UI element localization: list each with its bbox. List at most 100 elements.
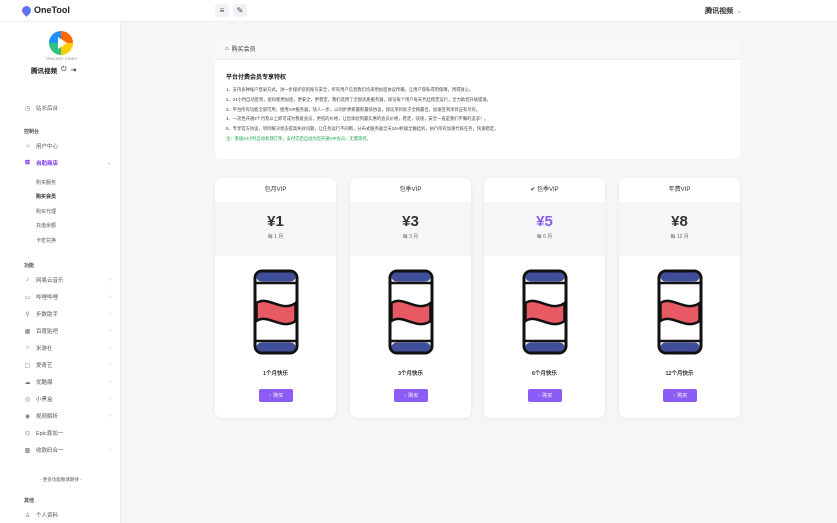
buy-label: 购买 <box>677 393 688 399</box>
sidebar-item-label: 用户中心 <box>36 144 59 150</box>
section-features: 功能 <box>24 263 35 269</box>
chevron-right-icon: › <box>109 328 111 334</box>
chevron-right-icon: › <box>109 362 111 368</box>
buy-button[interactable]: ↑ 购买 <box>663 389 697 402</box>
qrcode-icon: ▩ <box>24 447 31 454</box>
gamepad-icon: ◎ <box>24 396 31 403</box>
sidebar-item-label: 优酷爆 <box>36 380 53 386</box>
brand-name: OneTool <box>34 5 70 15</box>
sidebar-item-label: 小黑盒 <box>36 397 53 403</box>
sidebar-item-qrcode[interactable]: ▩ 收款码合一 › <box>24 444 116 456</box>
plan-caption: 6个月快乐 <box>531 371 558 377</box>
sidebar-item-tieba[interactable]: ▦ 百度贴吧 › <box>24 325 116 337</box>
user-menu[interactable]: 腾讯视频 ⌄ <box>705 6 742 16</box>
panel-title: 购买会员 <box>231 47 256 53</box>
buy-label: 购买 <box>408 393 419 399</box>
sidebar-sub-buy-vip[interactable]: 购买会员 <box>36 193 56 200</box>
perk-line: 2、24小时自动签到，密码使用加密，更安全，更稳定，我们选用了全国优质服务器，保… <box>226 96 491 102</box>
music-icon: ♪ <box>26 277 29 283</box>
sidebar-item-profile[interactable]: ♙ 个人资料 <box>24 509 116 521</box>
cloud-icon: ☁ <box>24 379 31 386</box>
buy-label: 购买 <box>273 393 284 399</box>
plan-price: ¥8 <box>671 213 688 230</box>
pen-icon: ✎ <box>236 6 244 15</box>
sidebar-item-label: 视频解析 <box>36 414 59 420</box>
top-bar: OneTool ≡ ✎ 腾讯视频 ⌄ <box>0 0 837 22</box>
sidebar-sub-redeem[interactable]: 卡密兑换 <box>36 237 56 244</box>
sidebar-item-epic[interactable]: ⌬ Epic喜加一 <box>24 427 116 439</box>
chevron-down-icon: ⌄ <box>106 160 111 166</box>
buy-button[interactable]: ↑ 购买 <box>394 389 428 402</box>
gift-icon: ⌬ <box>24 430 31 437</box>
sidebar-item-iqiyi[interactable]: ▢ 爱奇艺 › <box>24 359 116 371</box>
sidebar-sub-buy-agent[interactable]: 购买代理 <box>36 208 56 215</box>
tv-icon: ▭ <box>24 294 31 301</box>
sidebar-item-netease-music[interactable]: ♪ 网易云音乐 › <box>24 274 116 286</box>
perk-line: 3、平台所有功能全部可用，使用VIP服务器，快人一步，以同步更新最新最快协议，保… <box>226 106 481 112</box>
footprint-icon: ⚲ <box>25 311 30 318</box>
sidebar-item-admin[interactable]: ◷ 站长后台 <box>24 102 116 114</box>
arrow-up-icon: ↑ <box>403 392 407 399</box>
sidebar-item-label: 米游社 <box>36 346 53 352</box>
plan-card-monthly: 包月VIP ¥1 每 1 月 1个月快乐 ↑ 购买 <box>215 178 336 418</box>
brand[interactable]: OneTool <box>20 3 70 17</box>
sidebar-item-label: 站长后台 <box>36 106 59 112</box>
tencent-video-logo-icon <box>49 31 73 55</box>
plan-period: 每 1 月 <box>267 234 284 240</box>
sidebar-item-label: 百度贴吧 <box>36 329 59 335</box>
sidebar-item-xiaoheihe[interactable]: ◎ 小黑盒 › <box>24 393 116 405</box>
power-icon[interactable]: ⏻ <box>61 66 67 74</box>
sidebar-item-steps[interactable]: ⚲ 步数助手 › <box>24 308 116 320</box>
section-other: 其他 <box>24 498 35 504</box>
chevron-right-icon: › <box>109 294 111 300</box>
sidebar-sub-recharge[interactable]: 充值余额 <box>36 222 56 229</box>
sidebar-item-label: 个人资料 <box>36 513 59 519</box>
sidebar: TENCENT VIDEO 腾讯视频 ⏻ ⇥ ◷ 站长后台 控制台 ⌂ 用户中心 ⛾… <box>0 22 121 523</box>
menu-toggle-button[interactable]: ≡ <box>215 4 229 17</box>
sidebar-item-bilibili[interactable]: ▭ 哔哩哔哩 › <box>24 291 116 303</box>
chevron-down-icon: ⌄ <box>736 8 742 15</box>
sidebar-item-self-store[interactable]: ⛾ 自助商店 ⌄ <box>24 157 116 169</box>
logout-icon[interactable]: ⇥ <box>71 66 77 74</box>
user-menu-label: 腾讯视频 <box>705 8 734 15</box>
plan-card-yearly: 年费VIP ¥8 每 12 月 12个月快乐 ↑ 购买 <box>619 178 740 418</box>
sidebar-item-miyoushe[interactable]: ○ 米游社 › <box>24 342 116 354</box>
chevron-right-icon: › <box>109 311 111 317</box>
profile-row: 腾讯视频 ⏻ ⇥ <box>31 65 91 75</box>
buy-button[interactable]: ↑ 购买 <box>528 389 562 402</box>
user-icon: ♙ <box>24 512 31 519</box>
sidebar-sub-buy-service[interactable]: 购买服务 <box>36 179 56 186</box>
sidebar-item-youku[interactable]: ☁ 优酷爆 › <box>24 376 116 388</box>
sidebar-item-user-center[interactable]: ⌂ 用户中心 <box>24 140 116 152</box>
plan-caption: 12个月快乐 <box>665 371 694 377</box>
perk-line: 4、一次性开通3个月及以上即可成为我爱会员，更低的价格，让您体验到最实惠的会员价… <box>226 116 489 122</box>
arrow-up-icon: ↑ <box>672 392 676 399</box>
sidebar-item-video-parse[interactable]: ◉ 视频解析 › <box>24 410 116 422</box>
chevron-right-icon: › <box>109 447 111 453</box>
chat-icon: ▢ <box>24 362 31 369</box>
plan-caption: 3个月快乐 <box>397 371 424 377</box>
location-icon: ○ <box>25 345 30 351</box>
buy-button[interactable]: ↑ 购买 <box>259 389 293 402</box>
chevron-right-icon: › <box>109 345 111 351</box>
brand-logo-icon <box>20 3 33 17</box>
perks-title: 平台付费会员专享特权 <box>226 75 287 81</box>
sidebar-item-label: 网易云音乐 <box>36 278 64 284</box>
buy-label: 购买 <box>542 393 553 399</box>
plan-period: 每 12 月 <box>670 234 689 240</box>
plan-name: 包月VIP <box>264 187 287 193</box>
cola-can-icon <box>521 269 569 355</box>
menu-icon: ≡ <box>219 6 225 15</box>
edit-button[interactable]: ✎ <box>233 4 247 17</box>
perk-note: 注：系统24小时自动处理订单，支付完后自动为您开通VIP会员，无需等待。 <box>226 135 371 141</box>
perk-line: 1、支持多种账户登录方式，进一步保护您的账号安全，所有用户信息我们均采用加密协议… <box>226 87 474 92</box>
plan-period: 每 6 月 <box>536 234 553 240</box>
clock-icon: ◷ <box>24 105 31 112</box>
bag-icon: ⌂ <box>225 45 229 52</box>
chevron-right-icon: › <box>109 277 111 283</box>
chevron-right-icon: › <box>109 379 111 385</box>
sidebar-item-label: 爱奇艺 <box>36 363 53 369</box>
chevron-right-icon: › <box>109 413 111 419</box>
plan-price: ¥5 <box>536 213 553 230</box>
sidebar-item-label: 哔哩哔哩 <box>36 295 59 301</box>
